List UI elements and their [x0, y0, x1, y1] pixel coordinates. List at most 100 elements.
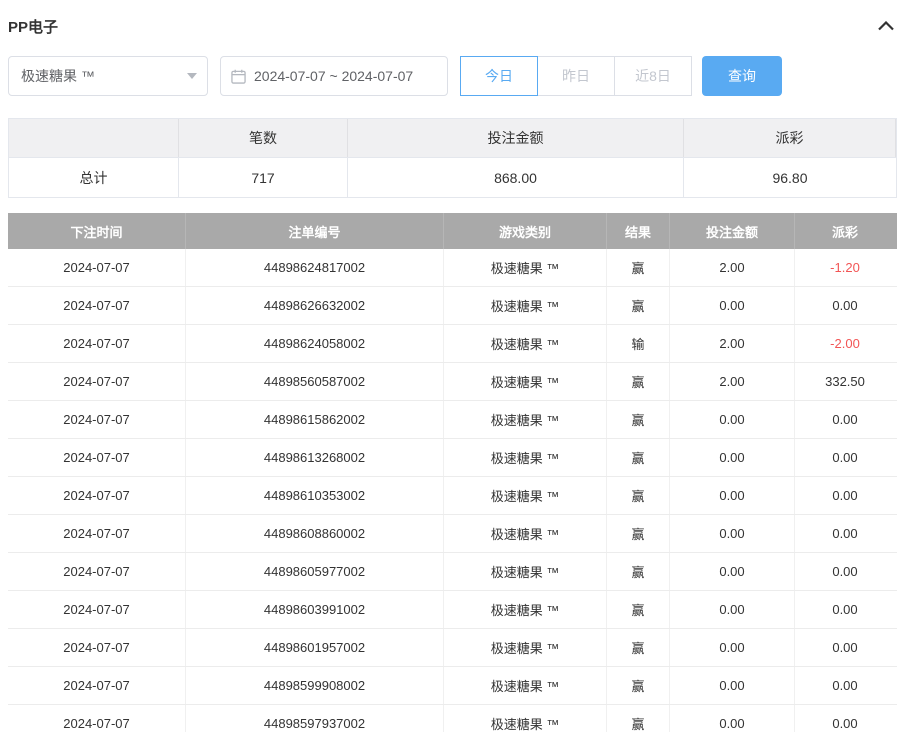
table-cell: 44898601957002	[186, 629, 444, 666]
table-cell: 赢	[607, 249, 670, 286]
table-cell: 0.00	[670, 705, 795, 732]
date-range-input[interactable]: 2024-07-07 ~ 2024-07-07	[220, 56, 448, 96]
summary-header-row: 笔数 投注金额 派彩	[9, 119, 896, 157]
table-row: 2024-07-0744898624817002极速糖果 ™赢2.00-1.20	[8, 249, 897, 287]
last-8-days-button[interactable]: 近8日	[614, 56, 692, 96]
table-cell: 极速糖果 ™	[444, 363, 607, 400]
summary-header-count: 笔数	[179, 119, 348, 157]
summary-header-payout: 派彩	[684, 119, 896, 157]
table-cell: 44898624817002	[186, 249, 444, 286]
table-row: 2024-07-0744898624058002极速糖果 ™输2.00-2.00	[8, 325, 897, 363]
table-cell: 44898597937002	[186, 705, 444, 732]
table-cell: 0.00	[795, 515, 895, 552]
table-cell: 0.00	[795, 477, 895, 514]
table-cell: 2024-07-07	[8, 439, 186, 476]
table-cell: 0.00	[670, 439, 795, 476]
chevron-up-icon	[878, 21, 894, 31]
table-row: 2024-07-0744898601957002极速糖果 ™赢0.000.00	[8, 629, 897, 667]
table-cell: 赢	[607, 515, 670, 552]
table-cell: 44898624058002	[186, 325, 444, 362]
column-header-bet-id: 注单编号	[186, 213, 444, 249]
table-cell: 2.00	[670, 249, 795, 286]
table-cell: 0.00	[795, 629, 895, 666]
table-cell: 赢	[607, 705, 670, 732]
column-header-bet-amount: 投注金额	[670, 213, 795, 249]
column-header-bet-time: 下注时间	[8, 213, 186, 249]
table-cell: 0.00	[670, 401, 795, 438]
table-row: 2024-07-0744898626632002极速糖果 ™赢0.000.00	[8, 287, 897, 325]
table-cell: 赢	[607, 401, 670, 438]
summary-header-blank	[9, 119, 179, 157]
summary-table: 笔数 投注金额 派彩 总计 717 868.00 96.80	[8, 118, 897, 198]
table-cell: 44898610353002	[186, 477, 444, 514]
table-header-row: 下注时间 注单编号 游戏类别 结果 投注金额 派彩	[8, 213, 897, 249]
table-cell: 2024-07-07	[8, 553, 186, 590]
summary-total-bet-amount: 868.00	[348, 158, 684, 197]
table-cell: 极速糖果 ™	[444, 705, 607, 732]
column-header-game-type: 游戏类别	[444, 213, 607, 249]
table-cell: 赢	[607, 553, 670, 590]
table-cell: 2024-07-07	[8, 705, 186, 732]
page-title: PP电子	[8, 16, 58, 37]
table-cell: 极速糖果 ™	[444, 439, 607, 476]
summary-total-payout: 96.80	[684, 158, 896, 197]
table-cell: 2.00	[670, 325, 795, 362]
table-cell: 44898599908002	[186, 667, 444, 704]
table-cell: 极速糖果 ™	[444, 401, 607, 438]
table-row: 2024-07-0744898560587002极速糖果 ™赢2.00332.5…	[8, 363, 897, 401]
table-cell: 44898608860002	[186, 515, 444, 552]
table-cell: 赢	[607, 287, 670, 324]
table-cell: 0.00	[795, 591, 895, 628]
today-button[interactable]: 今日	[460, 56, 538, 96]
table-cell: 2024-07-07	[8, 363, 186, 400]
table-cell: 0.00	[795, 401, 895, 438]
collapse-button[interactable]	[875, 15, 897, 37]
table-cell: 0.00	[795, 667, 895, 704]
table-cell: 44898613268002	[186, 439, 444, 476]
filter-bar: 极速糖果 ™ 2024-07-07 ~ 2024-07-07 今日 昨日 近8日…	[8, 56, 897, 96]
table-cell: 极速糖果 ™	[444, 591, 607, 628]
table-row: 2024-07-0744898605977002极速糖果 ™赢0.000.00	[8, 553, 897, 591]
date-range-value: 2024-07-07 ~ 2024-07-07	[254, 68, 413, 84]
table-cell: 赢	[607, 667, 670, 704]
table-cell: 2024-07-07	[8, 401, 186, 438]
table-cell: 0.00	[795, 553, 895, 590]
yesterday-button[interactable]: 昨日	[537, 56, 615, 96]
table-row: 2024-07-0744898608860002极速糖果 ™赢0.000.00	[8, 515, 897, 553]
table-cell: 2024-07-07	[8, 515, 186, 552]
table-row: 2024-07-0744898615862002极速糖果 ™赢0.000.00	[8, 401, 897, 439]
search-button[interactable]: 查询	[702, 56, 782, 96]
table-row: 2024-07-0744898603991002极速糖果 ™赢0.000.00	[8, 591, 897, 629]
summary-header-bet-amount: 投注金额	[348, 119, 684, 157]
table-cell: 0.00	[795, 705, 895, 732]
table-cell: 44898626632002	[186, 287, 444, 324]
table-cell: 2024-07-07	[8, 325, 186, 362]
table-cell: 44898615862002	[186, 401, 444, 438]
bet-records-table: 下注时间 注单编号 游戏类别 结果 投注金额 派彩 2024-07-074489…	[8, 213, 897, 732]
table-cell: 赢	[607, 591, 670, 628]
game-select[interactable]: 极速糖果 ™	[8, 56, 208, 96]
calendar-icon	[231, 69, 246, 84]
table-cell: 极速糖果 ™	[444, 515, 607, 552]
table-cell: 赢	[607, 629, 670, 666]
table-cell: 2024-07-07	[8, 629, 186, 666]
table-cell: 0.00	[670, 477, 795, 514]
table-cell: 2024-07-07	[8, 667, 186, 704]
table-cell: 2024-07-07	[8, 287, 186, 324]
table-cell: 0.00	[670, 287, 795, 324]
table-cell: 0.00	[670, 515, 795, 552]
table-cell: 0.00	[670, 629, 795, 666]
table-row: 2024-07-0744898613268002极速糖果 ™赢0.000.00	[8, 439, 897, 477]
summary-total-row: 总计 717 868.00 96.80	[9, 157, 896, 197]
table-cell: 0.00	[670, 591, 795, 628]
table-cell: 极速糖果 ™	[444, 629, 607, 666]
table-row: 2024-07-0744898599908002极速糖果 ™赢0.000.00	[8, 667, 897, 705]
table-cell: 0.00	[795, 287, 895, 324]
table-cell: 极速糖果 ™	[444, 553, 607, 590]
column-header-payout: 派彩	[795, 213, 895, 249]
table-cell: 0.00	[795, 439, 895, 476]
table-row: 2024-07-0744898597937002极速糖果 ™赢0.000.00	[8, 705, 897, 732]
table-cell: 2.00	[670, 363, 795, 400]
quick-date-buttons: 今日 昨日 近8日	[460, 56, 692, 96]
table-cell: 44898605977002	[186, 553, 444, 590]
